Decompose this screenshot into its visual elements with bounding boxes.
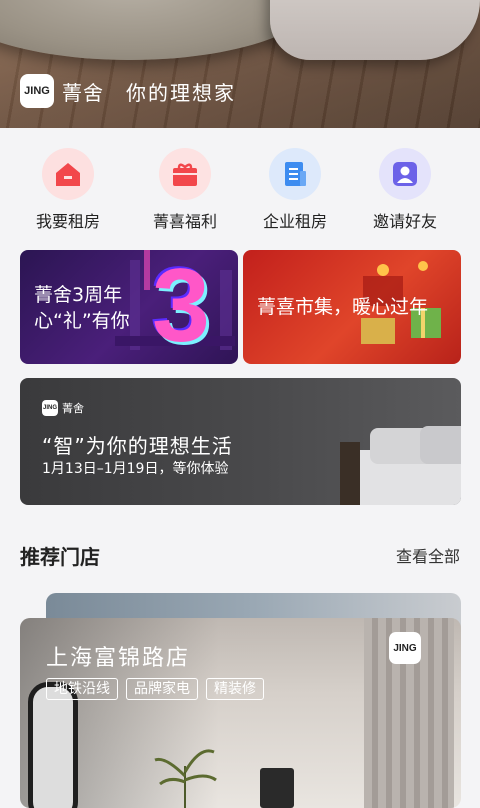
quick-item-label: 企业租房 [262,212,327,231]
quick-item-enterprise[interactable]: 企业租房 [245,148,345,232]
anniversary-banner[interactable]: 3 菁舍3周年 心“礼”有你 [20,250,238,364]
anniversary-line1: 菁舍3周年 [34,284,123,306]
store-card[interactable]: 上海富锦路店 地铁沿线 品牌家电 精装修 JING [20,618,461,808]
anniversary-line2: 心“礼”有你 [34,310,130,332]
anniversary-title: 菁舍3周年 心“礼”有你 [34,282,130,334]
store-name: 上海富锦路店 [46,646,191,671]
user-icon [379,148,431,200]
store-tags: 地铁沿线 品牌家电 精装修 [46,678,264,700]
event-brand: JING 菁舍 [42,400,84,416]
tv-image [260,768,294,808]
hero-brand: JING 菁舍 你的理想家 [20,74,236,108]
quick-nav: 我要租房 菁喜福利 企业租房 邀请好友 [0,148,480,238]
quick-item-label: 菁喜福利 [152,212,217,231]
brand-slogan: 你的理想家 [126,80,236,105]
event-title: “智”为你的理想生活 [42,434,233,458]
anniversary-number: 3 [152,250,210,364]
section-title: 推荐门店 [20,545,100,569]
market-title: 菁喜市集，暖心过年 [257,296,429,318]
quick-item-label: 我要租房 [35,212,100,231]
jing-logo: JING [20,74,54,108]
quick-item-welfare[interactable]: 菁喜福利 [135,148,235,232]
quick-item-label: 邀请好友 [372,212,437,231]
event-brand-name: 菁舍 [62,402,84,415]
smart-living-banner[interactable]: JING 菁舍 “智”为你的理想生活 1月13日–1月19日，等你体验 [20,378,461,505]
bed-image [340,426,461,505]
gift-icon [159,148,211,200]
jing-logo: JING [389,632,421,664]
chair-image [270,0,480,60]
store-tag: 地铁沿线 [46,678,118,700]
store-tag: 品牌家电 [126,678,198,700]
market-banner[interactable]: 菁喜市集，暖心过年 [243,250,461,364]
plant-image [154,749,217,808]
mirror-image [28,682,78,808]
jing-logo-small: JING [42,400,58,416]
quick-item-invite[interactable]: 邀请好友 [355,148,455,232]
document-icon [269,148,321,200]
view-all-link[interactable]: 查看全部 [396,543,460,567]
quick-item-rent[interactable]: 我要租房 [18,148,118,232]
brand-name: 菁舍 [62,80,104,105]
store-tag: 精装修 [206,678,264,700]
house-icon [42,148,94,200]
event-dates: 1月13日–1月19日，等你体验 [42,461,229,477]
hero-banner[interactable]: JING 菁舍 你的理想家 [0,0,480,128]
